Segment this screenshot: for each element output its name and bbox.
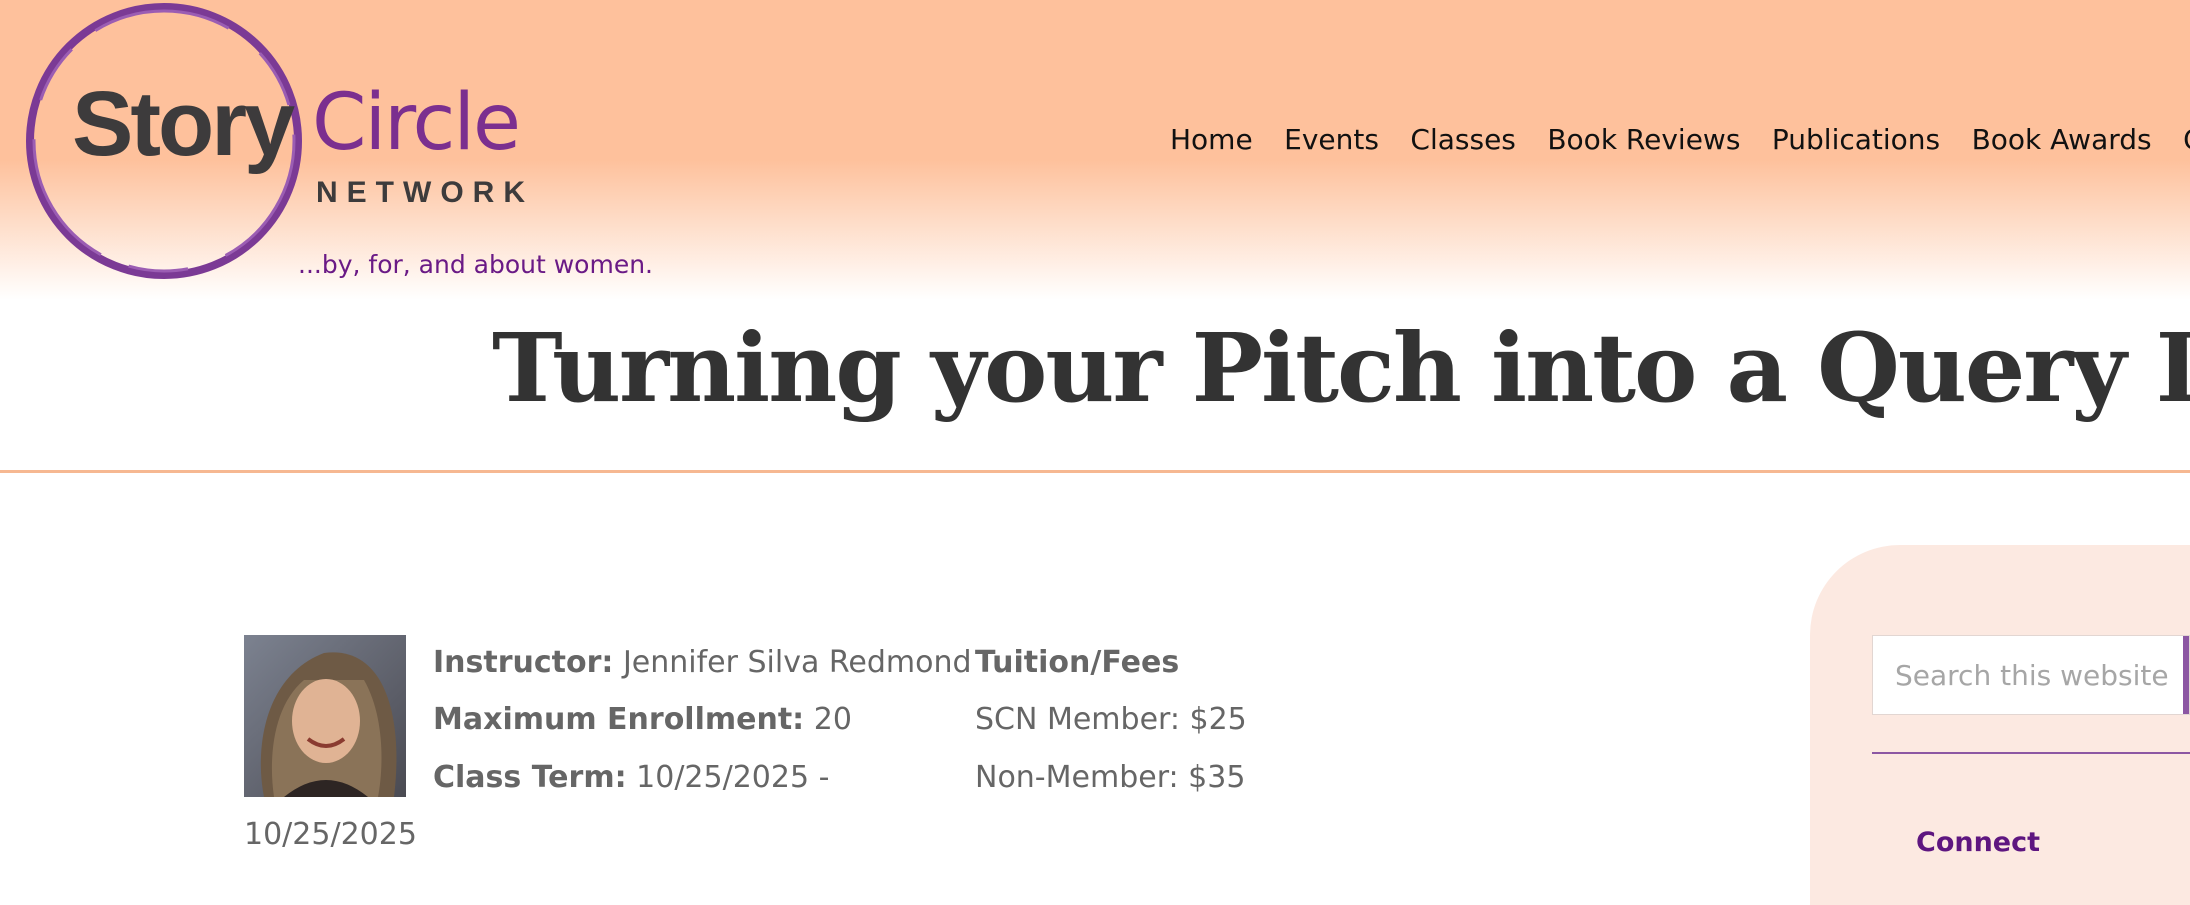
class-term-end: 10/25/2025	[244, 817, 417, 852]
nav-item-home[interactable]: Home	[1170, 120, 1253, 160]
title-divider	[0, 470, 2190, 473]
search-input[interactable]	[1873, 636, 2173, 714]
class-term-label: Class Term:	[433, 760, 627, 795]
logo-word-story: Story	[72, 73, 295, 175]
instructor-label: Instructor:	[433, 645, 614, 680]
sidebar: Connect	[1810, 545, 2190, 905]
logo-tagline: ...by, for, and about women.	[298, 250, 653, 279]
nav-item-book-reviews[interactable]: Book Reviews	[1547, 120, 1740, 160]
instructor-name: Jennifer Silva Redmond	[622, 645, 972, 680]
site-header: Story Circle NETWORK ...by, for, and abo…	[0, 0, 2190, 310]
fee-non-member: Non-Member: $35	[975, 760, 1246, 795]
nav-item-classes[interactable]: Classes	[1410, 120, 1515, 160]
instructor-line: Instructor: Jennifer Silva Redmond	[433, 643, 972, 683]
nav-item-book-awards[interactable]: Book Awards	[1972, 120, 2152, 160]
fee-member: SCN Member: $25	[975, 702, 1247, 737]
instructor-photo	[244, 635, 406, 797]
site-logo[interactable]: Story Circle NETWORK ...by, for, and abo…	[24, 0, 664, 300]
page-title-text: Turning your Pitch into a Query Letter	[492, 313, 2190, 424]
sidebar-divider	[1872, 752, 2190, 754]
nav-item-overflow[interactable]: C	[2183, 120, 2190, 160]
enrollment-value: 20	[813, 702, 852, 737]
main-nav: Home Events Classes Book Reviews Publica…	[1170, 120, 2190, 160]
search-box	[1872, 635, 2190, 715]
enrollment-line: Maximum Enrollment: 20	[433, 700, 852, 740]
nav-item-publications[interactable]: Publications	[1772, 120, 1940, 160]
tuition-heading: Tuition/Fees	[975, 643, 1179, 683]
enrollment-label: Maximum Enrollment:	[433, 702, 805, 737]
tuition-heading-text: Tuition/Fees	[975, 645, 1180, 680]
nav-item-events[interactable]: Events	[1284, 120, 1379, 160]
sidebar-connect-heading: Connect	[1916, 827, 2041, 858]
page-title: Turning your Pitch into a Query Letter	[0, 310, 2190, 428]
search-accent-bar	[2183, 636, 2189, 714]
class-term-line: Class Term: 10/25/2025 -	[433, 758, 829, 798]
logo-word-network: NETWORK	[316, 176, 534, 209]
logo-word-circle: Circle	[312, 78, 521, 168]
class-term-start: 10/25/2025 -	[636, 760, 830, 795]
